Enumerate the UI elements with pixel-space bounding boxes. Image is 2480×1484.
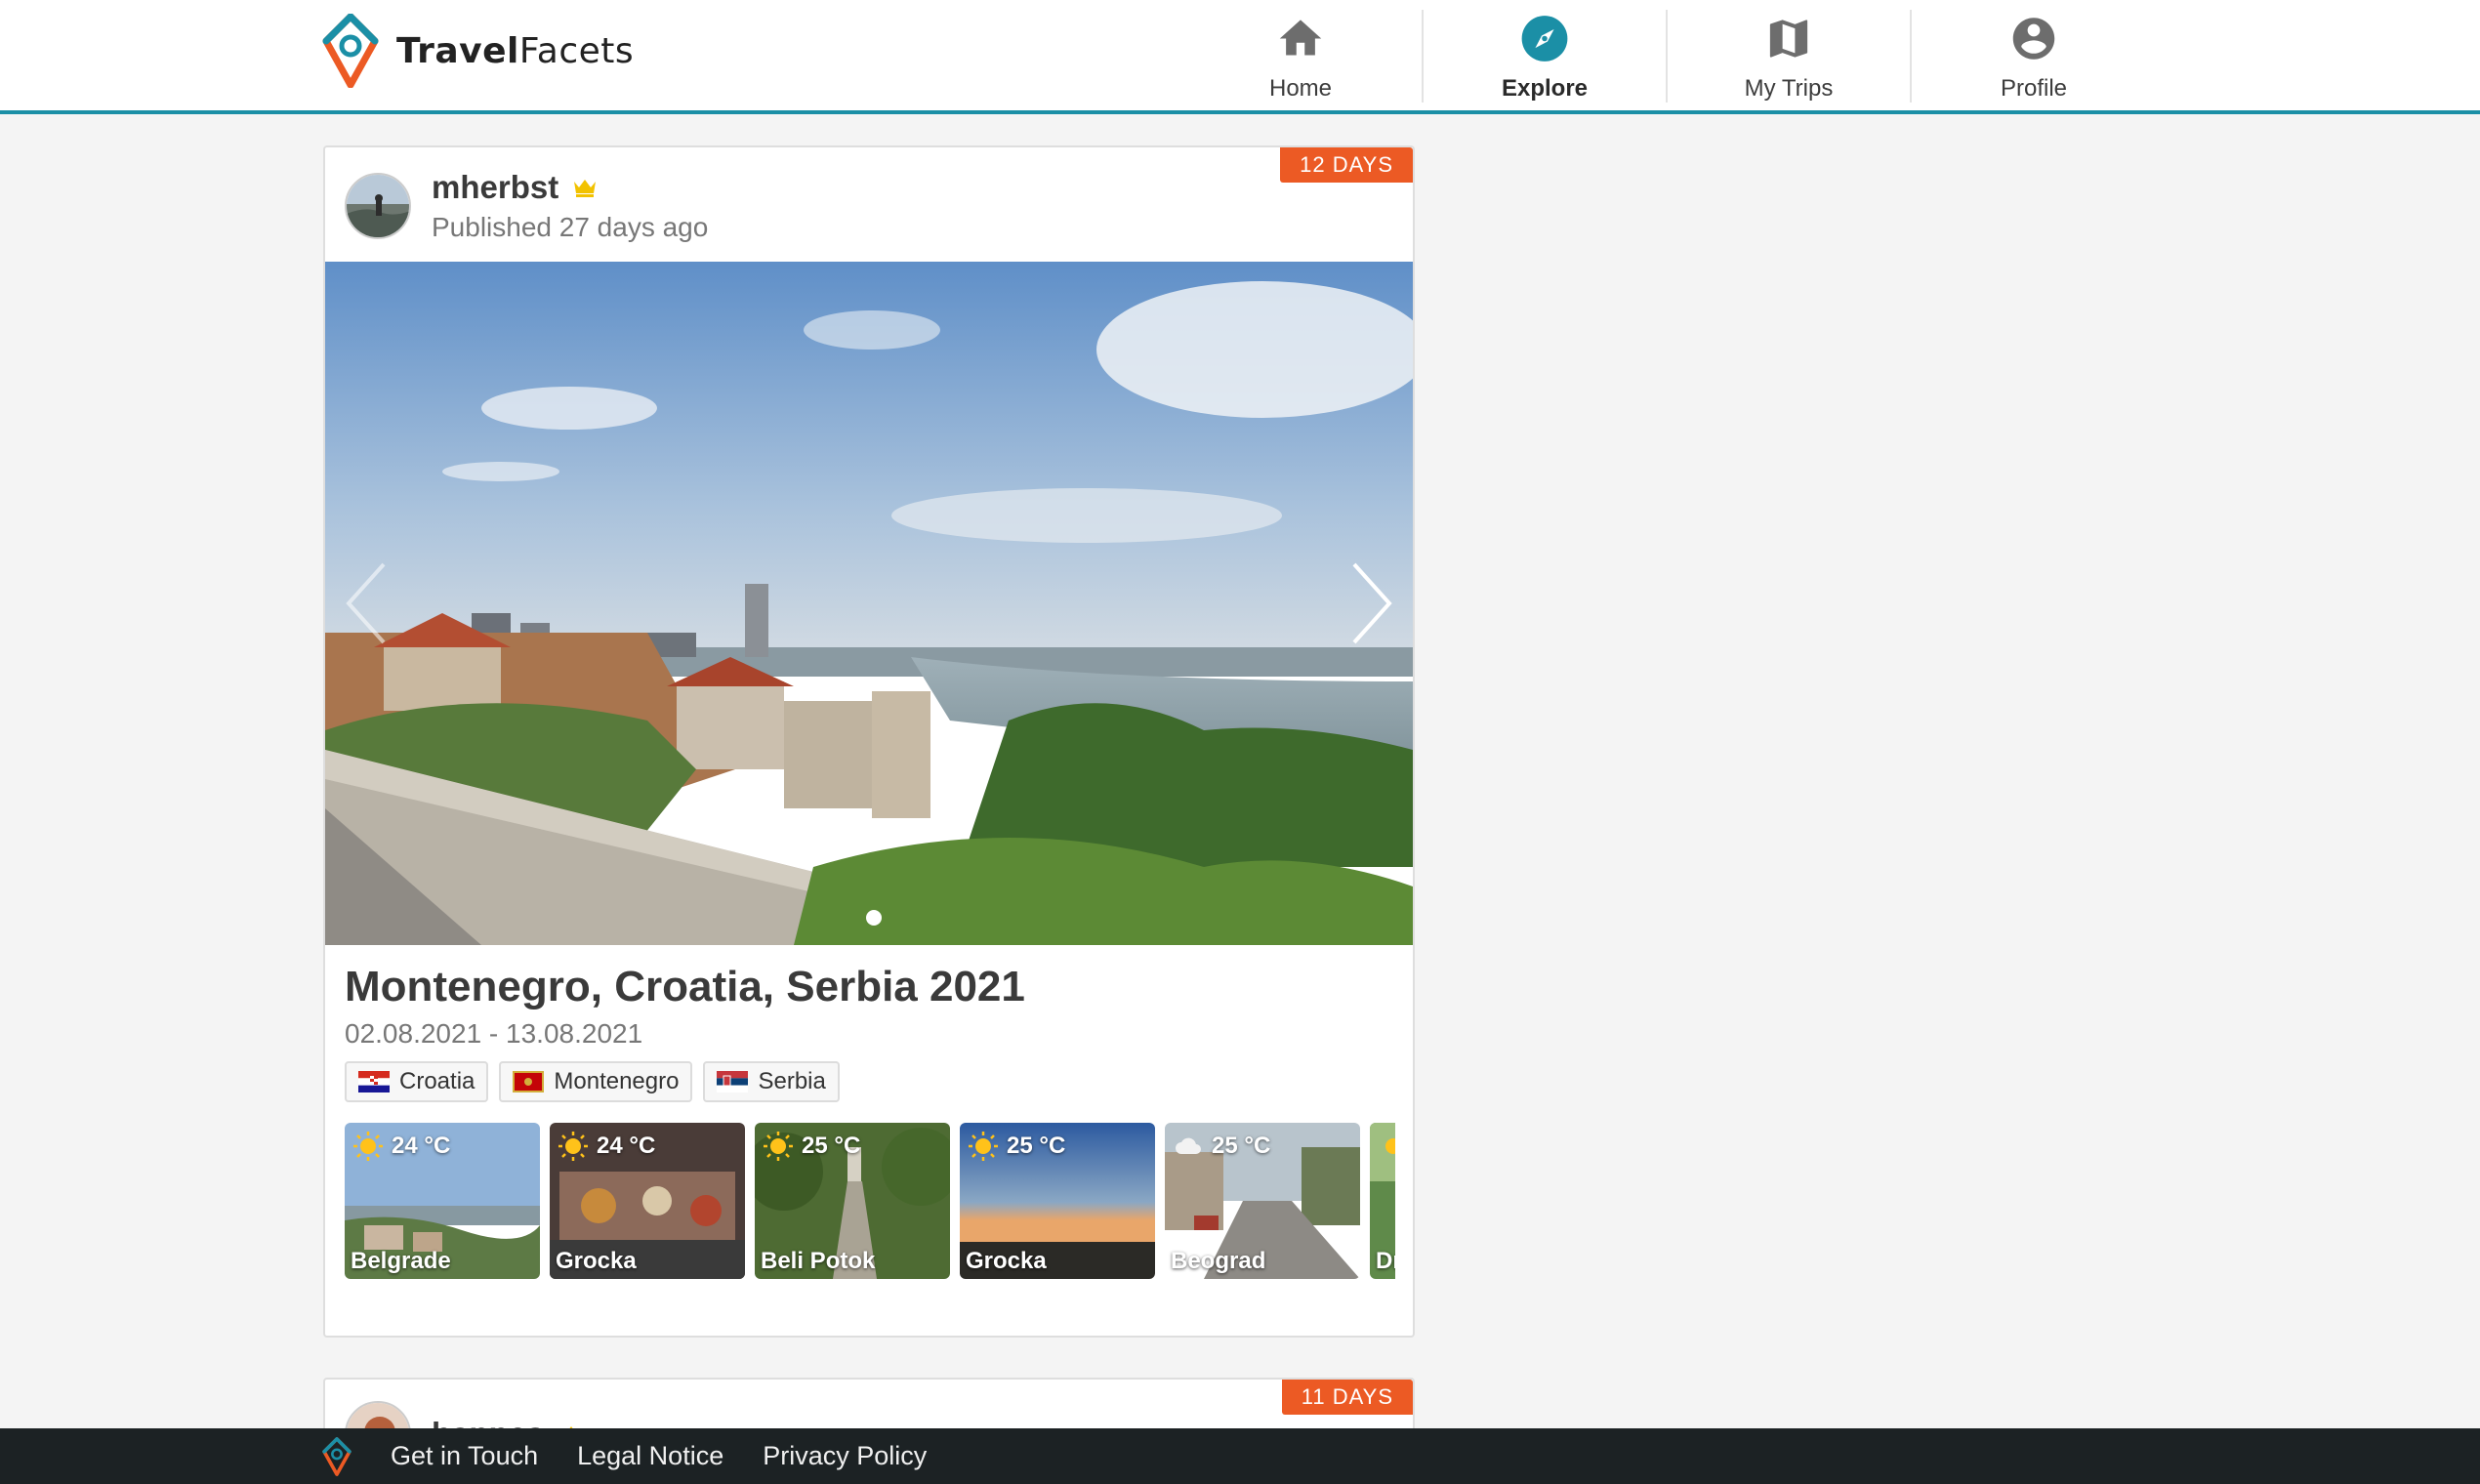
logo-pin-icon: [322, 14, 379, 88]
trip-duration-badge: 11 DAYS: [1281, 1380, 1413, 1415]
top-app-bar: TravelFacets Home Explore My Trips Profi…: [0, 0, 2480, 114]
facet-place: Belgrade: [351, 1248, 451, 1274]
trip-dates: 02.08.2021 - 13.08.2021: [345, 1018, 643, 1049]
compass-icon: [1521, 16, 1568, 62]
facet-place: Beli Potok: [761, 1248, 876, 1274]
facet-thumbnail[interactable]: 25 °C Beograd: [1165, 1123, 1360, 1279]
sun-icon: [353, 1132, 383, 1161]
footer-logo-icon[interactable]: [322, 1436, 351, 1476]
nav-explore[interactable]: Explore: [1424, 10, 1668, 103]
footer-link-contact[interactable]: Get in Touch: [391, 1441, 538, 1471]
nav-home[interactable]: Home: [1179, 10, 1424, 103]
facet-weather: 25 °C: [763, 1131, 860, 1162]
serbia-flag-icon: [717, 1071, 749, 1092]
cloud-icon: [1176, 1137, 1201, 1154]
home-icon: [1279, 20, 1322, 56]
croatia-flag-icon: [358, 1071, 390, 1092]
published-time: Published 27 days ago: [432, 212, 709, 242]
footer-bar: Get in Touch Legal Notice Privacy Policy: [0, 1428, 2480, 1484]
trip-duration-badge: 12 DAYS: [1280, 147, 1413, 183]
map-icon: [1769, 20, 1808, 58]
facet-place: Dr: [1376, 1248, 1395, 1274]
sun-icon: [969, 1132, 998, 1161]
trip-author[interactable]: mherbst Published 27 days ago: [345, 169, 708, 243]
carousel-photo: [325, 262, 1413, 945]
nav-home-label: Home: [1268, 75, 1333, 102]
facet-weather: 24 °C: [352, 1131, 450, 1162]
sun-icon: [558, 1132, 588, 1161]
trip-title[interactable]: Montenegro, Croatia, Serbia 2021: [345, 963, 1025, 1011]
trip-card[interactable]: 12 DAYS mherbst Published 27 days ago Mo…: [323, 145, 1415, 1338]
footer-link-legal-notice[interactable]: Legal Notice: [577, 1441, 723, 1471]
facet-thumbnail[interactable]: 24 °C Grocka: [550, 1123, 745, 1279]
nav-profile[interactable]: Profile: [1912, 10, 2156, 103]
facet-place: Beograd: [1171, 1248, 1266, 1274]
carousel-prev-arrow[interactable]: [339, 555, 397, 652]
author-name[interactable]: mherbst: [432, 169, 558, 206]
facet-thumbnail[interactable]: Dr: [1370, 1123, 1395, 1279]
country-tag-croatia[interactable]: Croatia: [345, 1061, 489, 1102]
nav-profile-label: Profile: [2000, 75, 2068, 102]
footer-link-privacy-policy[interactable]: Privacy Policy: [763, 1441, 927, 1471]
app-name: TravelFacets: [396, 30, 635, 71]
country-tag-montenegro[interactable]: Montenegro: [499, 1061, 693, 1102]
sun-icon: [1385, 1138, 1395, 1154]
author-avatar[interactable]: [345, 173, 411, 239]
photo-carousel[interactable]: [325, 262, 1413, 945]
country-tag-label: Croatia: [399, 1068, 475, 1094]
facet-weather: 25 °C: [1173, 1131, 1270, 1162]
country-tag-label: Serbia: [758, 1068, 826, 1094]
facet-thumbnails: 24 °C Belgrade 24 °C Grocka 25 °C Beli P…: [345, 1123, 1395, 1281]
author-name-row: mherbst: [432, 169, 708, 206]
facet-thumbnail[interactable]: 24 °C Belgrade: [345, 1123, 540, 1279]
carousel-page-indicator[interactable]: [866, 910, 882, 926]
country-tag-serbia[interactable]: Serbia: [703, 1061, 840, 1102]
sun-icon: [764, 1132, 793, 1161]
main-navigation: Home Explore My Trips Profile: [1179, 10, 2156, 103]
nav-my-trips[interactable]: My Trips: [1668, 10, 1912, 103]
facet-weather: 24 °C: [558, 1131, 655, 1162]
facet-place: Grocka: [966, 1248, 1047, 1274]
facet-weather: [1378, 1131, 1395, 1162]
carousel-next-arrow[interactable]: [1341, 555, 1399, 652]
facet-thumbnail[interactable]: 25 °C Beli Potok: [755, 1123, 950, 1279]
facet-thumbnail[interactable]: 25 °C Grocka: [960, 1123, 1155, 1279]
avatar-image: [347, 175, 409, 237]
country-tag-label: Montenegro: [554, 1068, 680, 1094]
app-logo[interactable]: TravelFacets: [322, 14, 634, 88]
facet-weather: 25 °C: [968, 1131, 1065, 1162]
country-tags: Croatia Montenegro Serbia: [345, 1061, 840, 1102]
crown-icon: [574, 180, 597, 197]
nav-explore-label: Explore: [1501, 75, 1589, 102]
facet-place: Grocka: [556, 1248, 637, 1274]
montenegro-flag-icon: [513, 1071, 545, 1092]
account-circle-icon: [2012, 18, 2055, 60]
nav-my-trips-label: My Trips: [1744, 75, 1834, 102]
